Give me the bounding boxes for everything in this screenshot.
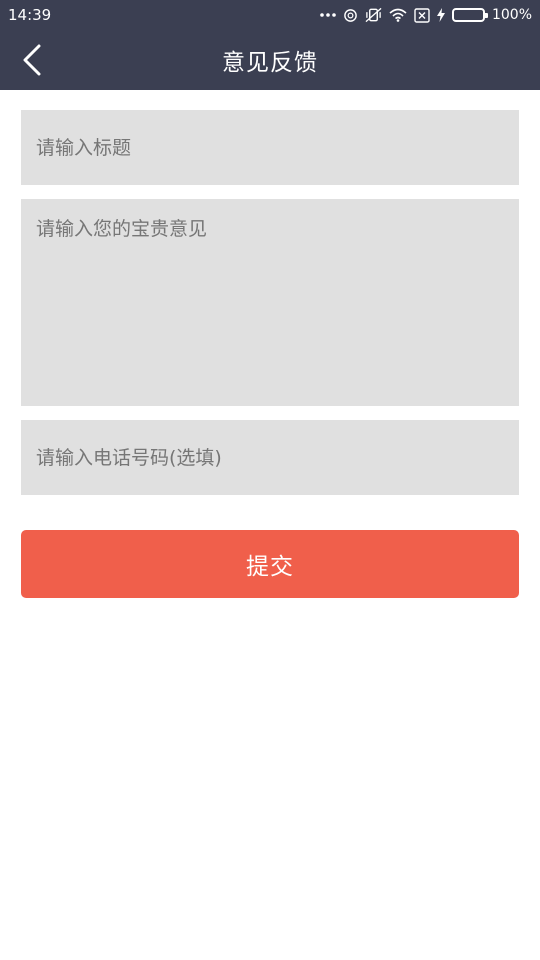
sync-icon <box>343 8 358 23</box>
more-dots-icon <box>320 12 336 18</box>
chevron-left-icon <box>22 44 42 76</box>
submit-button[interactable]: 提交 <box>21 530 519 598</box>
app-bar: 意见反馈 <box>0 30 540 90</box>
vibrate-icon <box>365 7 382 23</box>
status-icons: 100% <box>320 7 532 23</box>
charging-icon <box>436 8 445 22</box>
title-input[interactable] <box>21 110 519 185</box>
back-button[interactable] <box>12 40 52 80</box>
phone-input[interactable] <box>21 420 519 495</box>
status-time: 14:39 <box>8 6 52 24</box>
status-bar: 14:39 100% <box>0 0 540 30</box>
sim-off-icon <box>414 7 430 23</box>
battery-icon <box>451 8 488 22</box>
wifi-icon <box>389 8 407 22</box>
feedback-content-input[interactable] <box>21 199 519 406</box>
page-title: 意见反馈 <box>222 50 318 76</box>
battery-percent: 100% <box>491 7 532 23</box>
